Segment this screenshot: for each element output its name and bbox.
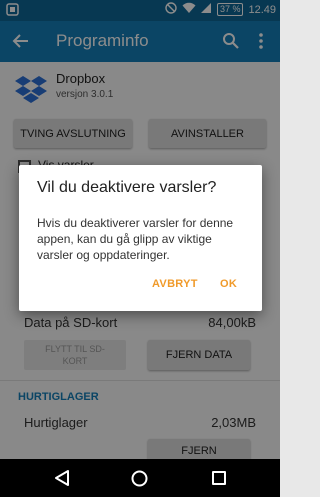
- ok-button[interactable]: OK: [220, 278, 237, 290]
- disable-notifications-dialog: Vil du deaktivere varsler? Hvis du deakt…: [19, 165, 262, 311]
- nav-home-icon[interactable]: [131, 470, 148, 487]
- navigation-bar: [0, 459, 280, 497]
- cancel-button[interactable]: AVBRYT: [152, 278, 198, 290]
- nav-recent-apps-icon[interactable]: [212, 471, 226, 485]
- dialog-title: Vil du deaktivere varsler?: [37, 179, 217, 196]
- nav-back-icon[interactable]: [54, 469, 70, 487]
- dialog-message: Hvis du deaktiverer varsler for denne ap…: [37, 216, 234, 262]
